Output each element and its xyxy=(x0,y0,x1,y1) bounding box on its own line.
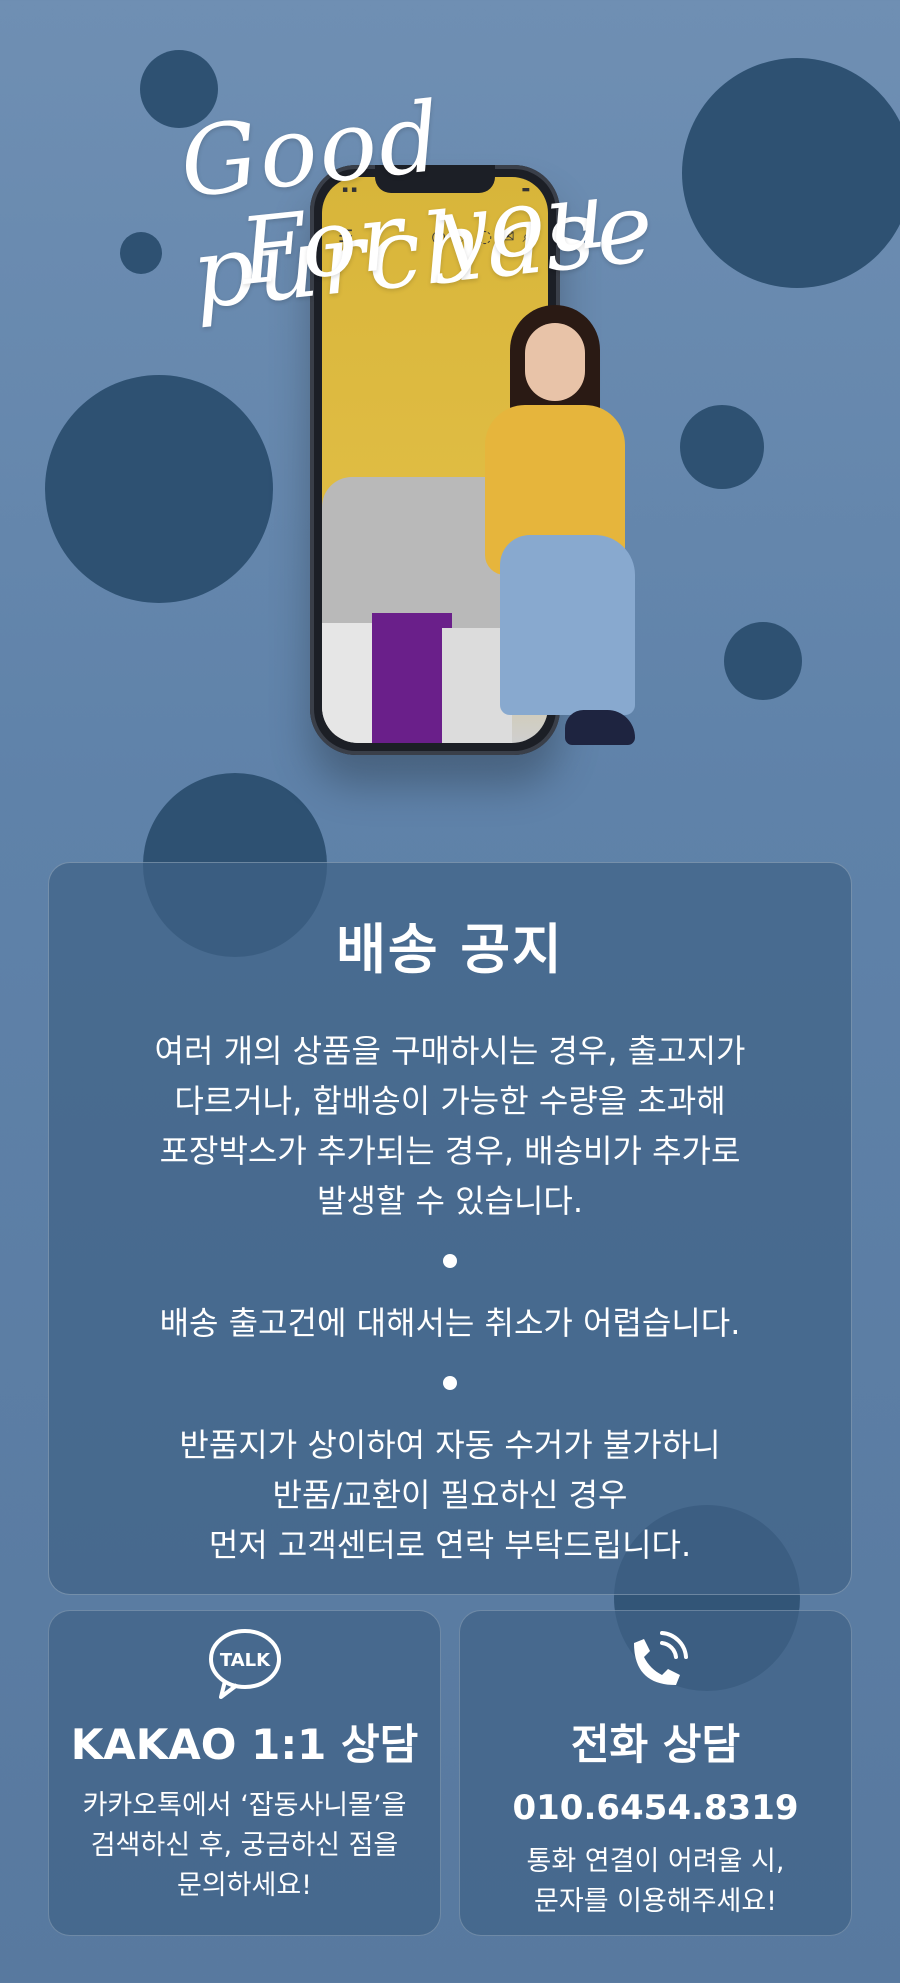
kakao-title: KAKAO 1:1 상담 xyxy=(70,1720,419,1769)
notice-title: 배송 공지 xyxy=(336,918,564,981)
model-shoe xyxy=(565,710,635,745)
phone-consult-card[interactable]: 전화 상담 010.6454.8319 통화 연결이 어려울 시, 문자를 이용… xyxy=(459,1610,852,1936)
call-title: 전화 상담 xyxy=(570,1720,741,1769)
call-description: 통화 연결이 어려울 시, 문자를 이용해주세요! xyxy=(460,1842,851,1922)
bullet-dot xyxy=(443,1254,457,1268)
notice-line: 발생할 수 있습니다. xyxy=(316,1182,584,1220)
notice-line: 여러 개의 상품을 구매하시는 경우, 출고지가 xyxy=(154,1032,746,1070)
bullet-dot xyxy=(443,1376,457,1390)
model-face xyxy=(525,323,585,401)
kakao-consult-card[interactable]: TALK KAKAO 1:1 상담 카카오톡에서 ‘잡동사니몰’을 검색하신 후… xyxy=(48,1610,441,1936)
decor-circle xyxy=(680,405,764,489)
desc-line: 통화 연결이 어려울 시, xyxy=(526,1846,785,1877)
decor-circle xyxy=(120,232,162,274)
decor-circle xyxy=(724,622,802,700)
hero-banner: ▪ ▪ ▬ ☰ ◎ ♡ ◌ ✉ ⌕ Good purchase For you xyxy=(0,0,900,1691)
desc-line: 카카오톡에서 ‘잡동사니몰’을 xyxy=(82,1790,407,1821)
model-jeans xyxy=(500,535,635,715)
notice-line: 다르거나, 합배송이 가능한 수량을 초과해 xyxy=(174,1082,726,1120)
desc-line: 문자를 이용해주세요! xyxy=(534,1886,777,1917)
shipping-notice-panel: 배송 공지 여러 개의 상품을 구매하시는 경우, 출고지가 다르거나, 합배송… xyxy=(48,862,852,1595)
desc-line: 검색하신 후, 궁금하신 점을 xyxy=(90,1830,399,1861)
notice-line: 포장박스가 추가되는 경우, 배송비가 추가로 xyxy=(159,1132,741,1170)
notice-line: 먼저 고객센터로 연락 부탁드립니다. xyxy=(208,1526,692,1564)
kakao-description: 카카오톡에서 ‘잡동사니몰’을 검색하신 후, 궁금하신 점을 문의하세요! xyxy=(49,1786,440,1906)
model-photo xyxy=(390,305,650,785)
kakao-icon-text: TALK xyxy=(219,1650,270,1671)
decor-circle xyxy=(45,375,273,603)
notice-paragraph-1: 여러 개의 상품을 구매하시는 경우, 출고지가 다르거나, 합배송이 가능한 … xyxy=(49,1026,851,1226)
desc-line: 문의하세요! xyxy=(176,1870,313,1901)
notice-line: 반품/교환이 필요하신 경우 xyxy=(272,1476,628,1514)
phone-icon xyxy=(460,1623,851,1703)
phone-number[interactable]: 010.6454.8319 xyxy=(460,1788,851,1828)
notice-paragraph-3: 반품지가 상이하여 자동 수거가 불가하니 반품/교환이 필요하신 경우 먼저 … xyxy=(49,1420,851,1570)
notice-line: 반품지가 상이하여 자동 수거가 불가하니 xyxy=(179,1426,721,1464)
kakao-talk-icon: TALK xyxy=(49,1623,440,1703)
notice-paragraph-2: 배송 출고건에 대해서는 취소가 어렵습니다. xyxy=(159,1304,741,1342)
